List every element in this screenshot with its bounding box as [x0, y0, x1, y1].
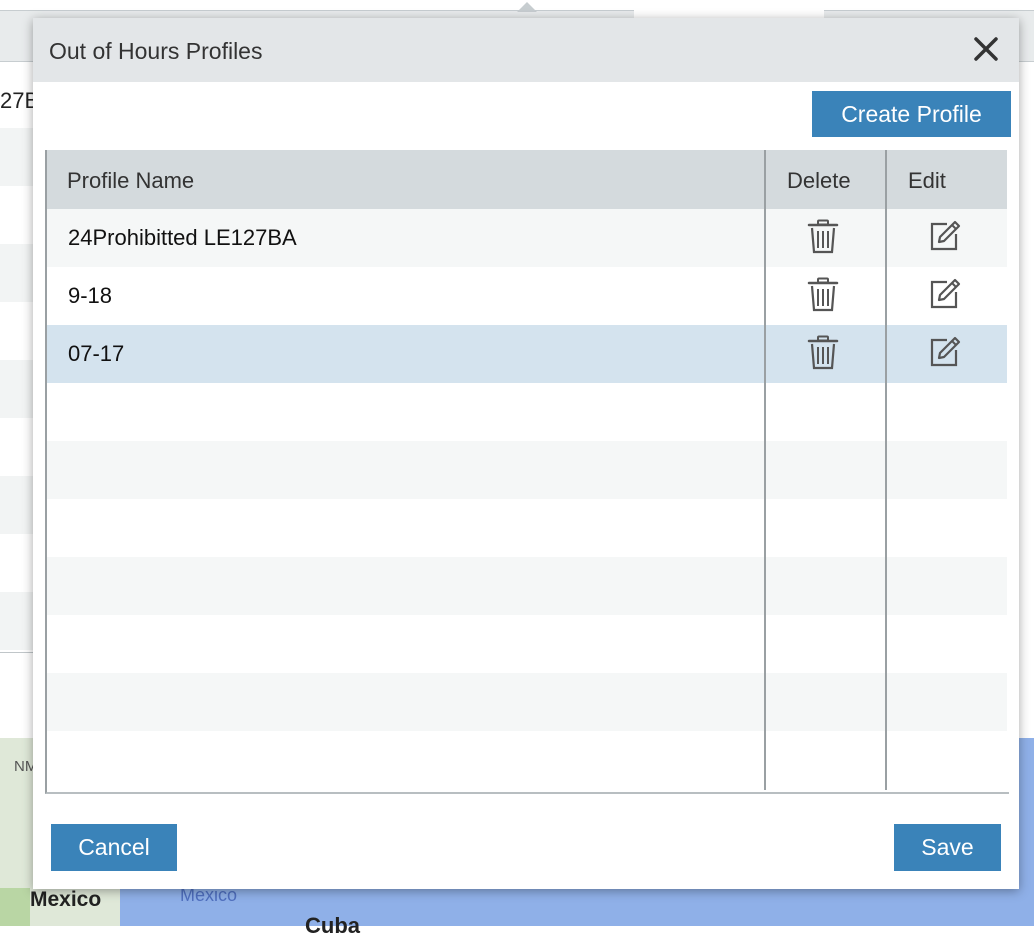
- table-row[interactable]: 9-18: [47, 267, 1007, 325]
- profile-name-cell: 9-18: [68, 283, 113, 308]
- map-land-shade: [0, 888, 30, 926]
- background-row: 27B: [0, 70, 34, 128]
- background-divider: [0, 652, 34, 653]
- background-row: [0, 418, 34, 476]
- background-row: [0, 592, 34, 650]
- close-button[interactable]: [969, 32, 1003, 66]
- edit-button[interactable]: [927, 277, 961, 311]
- create-profile-button[interactable]: Create Profile: [812, 91, 1011, 137]
- map-label-country: Mexico: [30, 888, 102, 911]
- cancel-button[interactable]: Cancel: [51, 824, 177, 871]
- trash-icon: [807, 277, 839, 312]
- out-of-hours-profiles-dialog: Out of Hours Profiles Create Profile Pro…: [33, 18, 1019, 889]
- empty-row: [47, 383, 1007, 441]
- profile-name-cell: 07-17: [68, 341, 125, 366]
- background-row: [0, 360, 34, 418]
- empty-row: [47, 615, 1007, 673]
- empty-row: [47, 673, 1007, 731]
- background-row: [0, 534, 34, 592]
- background-row: [0, 476, 34, 534]
- table-row-selected[interactable]: 07-17: [47, 325, 1007, 383]
- column-divider: [885, 150, 887, 790]
- trash-icon: [807, 219, 839, 254]
- background-row: [0, 302, 34, 360]
- empty-row: [47, 557, 1007, 615]
- save-button[interactable]: Save: [894, 824, 1001, 871]
- delete-button[interactable]: [807, 277, 839, 313]
- background-row: [0, 186, 34, 244]
- empty-row: [47, 731, 1007, 789]
- empty-row: [47, 499, 1007, 557]
- table-body: 24Prohibitted LE127BA 9-18 07-17: [47, 209, 1007, 789]
- profiles-table: Profile Name Delete Edit 24Prohibitted L…: [45, 150, 1009, 794]
- edit-icon: [930, 220, 961, 251]
- table-row[interactable]: 24Prohibitted LE127BA: [47, 209, 1007, 267]
- edit-icon: [930, 278, 961, 309]
- delete-button[interactable]: [807, 219, 839, 255]
- table-header: Profile Name Delete Edit: [47, 150, 1007, 209]
- background-row: [0, 128, 34, 186]
- edit-button[interactable]: [927, 335, 961, 369]
- edit-button[interactable]: [927, 219, 961, 253]
- empty-row: [47, 441, 1007, 499]
- column-header-delete: Delete: [787, 168, 851, 193]
- background-row-text: 27B: [0, 88, 34, 113]
- close-icon: [974, 37, 998, 61]
- dialog-header: Out of Hours Profiles: [33, 18, 1019, 82]
- map-label-island: Cuba: [305, 913, 360, 938]
- background-table: 27B: [0, 70, 34, 650]
- profile-name-cell: 24Prohibitted LE127BA: [68, 225, 297, 250]
- popover-caret: [517, 2, 537, 12]
- column-header-profile-name[interactable]: Profile Name: [67, 168, 194, 194]
- delete-button[interactable]: [807, 335, 839, 371]
- background-row: [0, 244, 34, 302]
- edit-icon: [930, 336, 961, 367]
- trash-icon: [807, 335, 839, 370]
- column-divider: [764, 150, 766, 790]
- column-header-edit: Edit: [908, 168, 946, 193]
- dialog-title: Out of Hours Profiles: [49, 38, 263, 64]
